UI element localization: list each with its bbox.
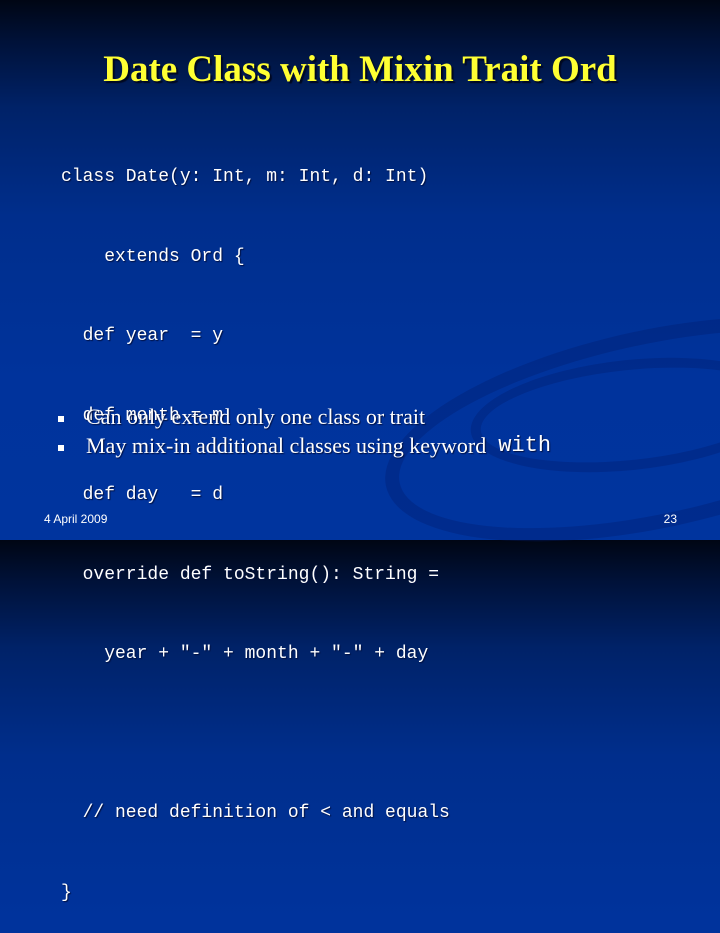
code-line: year + "-" + month + "-" + day [61,644,429,664]
code-line: override def toString(): String = [61,564,440,585]
bullet-list: Can only extend only one class or trait … [58,402,551,460]
slide-number: 23 [663,512,677,526]
code-line: } [61,882,72,903]
square-bullet-icon [58,444,64,451]
bullet-text: Can only extend only one class or trait [86,403,426,429]
square-bullet-icon [58,415,64,422]
bullet-item: Can only extend only one class or trait [58,402,551,431]
slide-title: Date Class with Mixin Trait Ord [103,49,617,90]
footer-date: 4 April 2009 [44,512,108,526]
bullet-text: May mix-in additional classes using keyw… [86,432,487,458]
bullet-keyword: with [498,433,552,458]
code-line: def day = d [61,485,224,505]
code-line: def year = y [61,326,224,346]
code-line: extends Ord { [61,246,245,267]
code-line: class Date(y: Int, m: Int, d: Int) [61,167,429,187]
code-block: class Date(y: Int, m: Int, d: Int) exten… [61,111,450,933]
code-line: // need definition of < and equals [61,803,450,823]
bullet-item: May mix-in additional classes using keyw… [58,431,551,460]
